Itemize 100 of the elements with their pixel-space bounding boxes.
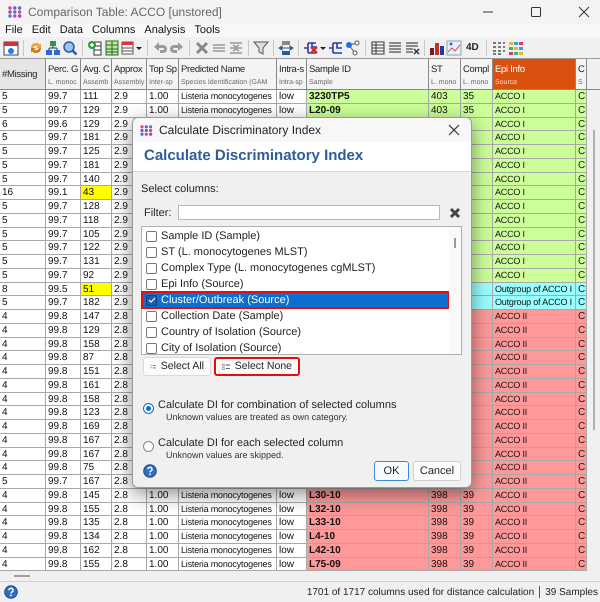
table-cell: 99.5 xyxy=(46,282,81,296)
table-cell: 147 xyxy=(81,310,112,324)
table-cell: 99.8 xyxy=(46,365,81,379)
table-cell: 35 xyxy=(461,104,493,118)
menu-item[interactable]: Edit xyxy=(32,24,51,37)
table-cell: L42-10 xyxy=(307,544,429,558)
table-cell: 99.8 xyxy=(46,338,81,352)
table-cell: ACCO I xyxy=(493,228,576,242)
table-cell: ACCO I xyxy=(493,268,576,282)
table-cell: 181 xyxy=(81,131,112,145)
map-icon[interactable] xyxy=(446,40,462,56)
clear-list-icon[interactable] xyxy=(404,40,420,56)
table-icon[interactable] xyxy=(104,40,120,56)
table-cell: low xyxy=(277,104,307,118)
nodes-icon[interactable] xyxy=(345,40,361,56)
table-cell: 4 xyxy=(0,461,46,475)
list-icon[interactable] xyxy=(387,40,403,56)
table-cell: Listeria monocytogenes xyxy=(179,558,277,572)
table-cell: L20-09 xyxy=(307,104,429,118)
delete-icon[interactable] xyxy=(194,40,210,56)
table-cell: 162 xyxy=(81,544,112,558)
table-cell: Cl xyxy=(576,338,587,352)
table-cell: ACCO II xyxy=(493,338,576,352)
scrollbar[interactable] xyxy=(14,575,30,578)
table-cell: 4 xyxy=(0,392,46,406)
table-cell: Listeria monocytogenes xyxy=(179,544,277,558)
menu-item[interactable]: File xyxy=(5,24,23,37)
column-header[interactable]: #Missing xyxy=(0,59,46,89)
help-icon[interactable] xyxy=(4,585,18,600)
columns-icon[interactable] xyxy=(278,40,294,56)
table-cell: ACCO II xyxy=(493,324,576,338)
search-icon[interactable] xyxy=(62,40,78,56)
tree-menu-icon[interactable] xyxy=(303,40,327,56)
table-cell: 167 xyxy=(81,475,112,489)
maximize-icon[interactable] xyxy=(530,6,542,18)
clear-filter-icon[interactable] xyxy=(448,206,460,219)
menu-item[interactable]: Data xyxy=(60,24,83,37)
close-icon[interactable] xyxy=(448,124,460,136)
table-menu-icon[interactable] xyxy=(121,40,143,56)
network-icon[interactable] xyxy=(45,40,61,56)
checkbox[interactable] xyxy=(146,310,157,322)
table-cell: 4 xyxy=(0,488,46,502)
select-none-button[interactable]: Select None xyxy=(214,357,300,376)
menu-item[interactable]: Columns xyxy=(92,24,136,37)
scrollbar[interactable] xyxy=(592,130,594,430)
table-cell: ACCO I xyxy=(493,158,576,172)
table-cell: 99.8 xyxy=(46,324,81,338)
radio-button[interactable] xyxy=(143,441,154,452)
table-cell: Outgroup of ACCO I xyxy=(493,282,576,296)
filter-label: Filter: xyxy=(144,206,172,220)
cancel-button[interactable]: Cancel xyxy=(413,461,461,481)
table-cell: 99.6 xyxy=(46,118,81,132)
table-cell: 129 xyxy=(81,104,112,118)
table-cell: 398 xyxy=(429,516,461,530)
menu-item[interactable]: Analysis xyxy=(144,24,186,37)
table-cell: 99.7 xyxy=(46,90,81,104)
table-cell: Cl xyxy=(576,241,587,255)
table-cell: Cl xyxy=(576,365,587,379)
table-cell: 39 xyxy=(461,544,493,558)
checkbox[interactable] xyxy=(146,342,157,354)
table-cell: 4 xyxy=(0,420,46,434)
table-cell: L32-10 xyxy=(307,502,429,516)
filter-field[interactable] xyxy=(178,205,440,220)
table-cell: Cl xyxy=(576,296,587,310)
table-cell: Cl xyxy=(576,118,587,132)
radio-button[interactable] xyxy=(143,403,154,414)
table-cell: ACCO I xyxy=(493,118,576,132)
toolbar-button[interactable]: 4D xyxy=(463,40,482,55)
scrollbar[interactable] xyxy=(449,227,461,354)
tree-icon[interactable] xyxy=(328,40,344,56)
grid-icon[interactable] xyxy=(370,40,386,56)
table-cell: low xyxy=(277,558,307,572)
checkbox[interactable] xyxy=(146,326,157,338)
column-list-item[interactable]: Cluster/Outbreak (Source) xyxy=(142,292,449,308)
checkbox[interactable] xyxy=(146,246,157,258)
filter-icon[interactable] xyxy=(253,40,269,56)
table-cell: Cl xyxy=(576,282,587,296)
checkbox[interactable] xyxy=(146,278,157,290)
colored-matrix-icon[interactable] xyxy=(508,40,524,56)
checkbox[interactable] xyxy=(146,294,157,306)
table-cell: 1.00 xyxy=(147,530,179,544)
table-cell: 5 xyxy=(0,145,46,159)
help-icon[interactable] xyxy=(143,464,157,478)
matrix-icon[interactable] xyxy=(490,40,507,56)
table-cell: Cl xyxy=(576,214,587,228)
table-cell: ACCO II xyxy=(493,406,576,420)
table-cell: Cl xyxy=(576,200,587,214)
table-cell: 39 xyxy=(461,558,493,572)
checkbox[interactable] xyxy=(146,262,157,274)
menu-item[interactable]: Tools xyxy=(194,24,220,37)
table-cell: 105 xyxy=(81,228,112,242)
table-cell: ACCO II xyxy=(493,544,576,558)
select-all-button[interactable]: Select All xyxy=(143,357,211,376)
add-column-icon[interactable] xyxy=(87,40,103,56)
close-icon[interactable] xyxy=(578,6,590,18)
ok-button[interactable]: OK xyxy=(374,461,409,481)
table-cell: Listeria monocytogenes xyxy=(179,516,277,530)
calendar-icon[interactable] xyxy=(3,40,19,56)
checkbox[interactable] xyxy=(146,230,157,242)
radio-note: Unknown values are treated as own category. xyxy=(165,412,349,423)
